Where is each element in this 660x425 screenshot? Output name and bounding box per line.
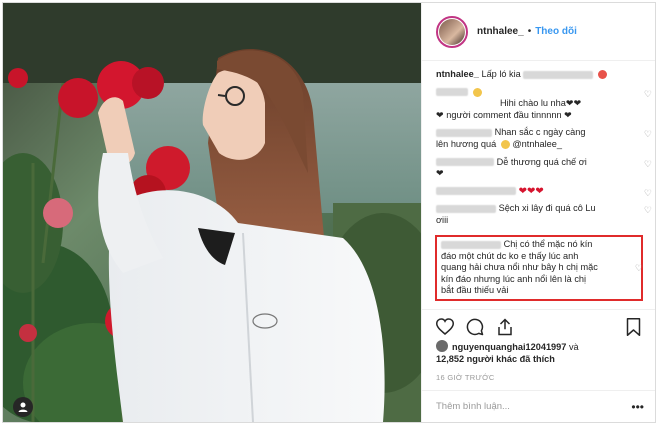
comment-text-cont: ơiii bbox=[436, 214, 449, 225]
like-comment-heart-icon[interactable]: ♡ bbox=[644, 129, 652, 141]
blurred-author bbox=[436, 88, 468, 97]
comment-text: Hihi chào lu nha❤❤ bbox=[500, 98, 582, 109]
like-comment-heart-icon[interactable]: ♡ bbox=[644, 89, 652, 101]
emoji-icon bbox=[500, 140, 510, 150]
post-photo[interactable] bbox=[3, 3, 421, 422]
likes-suffix[interactable]: người khác đã thích bbox=[467, 354, 555, 364]
highlighted-line-2: đáo một chút dc ko e thấy lúc anh bbox=[441, 250, 579, 261]
user-avatar-icon[interactable] bbox=[13, 397, 33, 417]
post-timestamp[interactable]: 16 GIỜ TRƯỚC bbox=[436, 373, 495, 382]
post-side-panel: ntnhalee_ • Theo dõi ntnhalee_ Lấp ló ki… bbox=[421, 3, 655, 422]
caption-text: Lấp ló kia bbox=[481, 69, 521, 79]
author-avatar[interactable] bbox=[436, 15, 468, 48]
likes-joiner: và bbox=[568, 342, 579, 352]
photo-illustration bbox=[3, 3, 421, 422]
comment-text: Dễ thương quá chế ơi bbox=[496, 156, 587, 167]
blurred-author bbox=[436, 128, 492, 137]
bookmark-icon[interactable] bbox=[626, 318, 641, 341]
highlighted-line-5: bắt đầu thiếu vải bbox=[441, 285, 509, 296]
comment-input[interactable] bbox=[436, 401, 632, 412]
more-icon[interactable]: ••• bbox=[631, 400, 644, 414]
header-separator: • bbox=[527, 26, 532, 37]
comment-text: Nhan sắc c ngày càng bbox=[494, 127, 586, 138]
action-bar bbox=[422, 309, 655, 341]
follow-button[interactable]: Theo dõi bbox=[535, 26, 577, 37]
caption-author[interactable]: ntnhalee_ bbox=[436, 69, 479, 79]
liker-avatar[interactable] bbox=[436, 340, 448, 352]
comment-item: Sệch xi lây đi quá cô Lu ♡ ơiii bbox=[436, 203, 652, 226]
like-comment-heart-icon[interactable]: ♡ bbox=[644, 188, 652, 200]
likes-count[interactable]: 12,852 bbox=[436, 354, 464, 364]
liker-username[interactable]: nguyenquanghai12041997 bbox=[452, 342, 566, 352]
emoji-icon bbox=[597, 70, 607, 80]
comment-text: ❤❤❤ bbox=[518, 185, 544, 197]
comment-mention[interactable]: @ntnhalee_ bbox=[512, 139, 562, 149]
likes-summary: nguyenquanghai12041997 và 12,852 người k… bbox=[436, 340, 646, 365]
author-username[interactable]: ntnhalee_ bbox=[477, 26, 524, 37]
like-comment-heart-icon[interactable]: ♡ bbox=[635, 263, 643, 275]
highlighted-line-4: kín đáo nhưng lúc anh nổi lên là chị bbox=[441, 273, 587, 284]
blurred-author bbox=[436, 204, 496, 213]
caption: ntnhalee_ Lấp ló kia bbox=[436, 69, 640, 81]
highlighted-line-3: quang hải chưa nổi như bây h chị mặc bbox=[441, 262, 598, 273]
like-comment-heart-icon[interactable]: ♡ bbox=[644, 159, 652, 171]
heart-icon[interactable] bbox=[435, 318, 455, 340]
blurred-author bbox=[441, 240, 501, 249]
comment-item: Nhan sắc c ngày càng ♡ lên hương quá @nt… bbox=[436, 127, 652, 150]
blurred-author bbox=[436, 158, 494, 167]
highlighted-comment-body: Chị có thể mặc nó kín ♡ đáo một chút dc … bbox=[441, 239, 643, 297]
add-comment-bar: ••• bbox=[422, 390, 655, 422]
comment-text-cont: ❤ bbox=[436, 168, 444, 179]
comment-text: Sệch xi lây đi quá cô Lu bbox=[498, 203, 596, 214]
comment-text-cont: lên hương quá bbox=[436, 138, 497, 149]
emoji-icon bbox=[472, 87, 482, 97]
post-header: ntnhalee_ • Theo dõi bbox=[422, 3, 655, 61]
comment-text-cont: ❤ người comment đầu tinnnnn ❤ bbox=[436, 109, 572, 120]
post-frame: ntnhalee_ • Theo dõi ntnhalee_ Lấp ló ki… bbox=[2, 2, 656, 423]
share-icon[interactable] bbox=[496, 318, 514, 341]
blurred-author bbox=[436, 187, 516, 196]
highlighted-line-1: Chị có thể mặc nó kín bbox=[503, 239, 593, 249]
highlighted-comment: Chị có thể mặc nó kín ♡ đáo một chút dc … bbox=[435, 235, 643, 301]
like-comment-heart-icon[interactable]: ♡ bbox=[644, 205, 652, 217]
blurred-mention bbox=[523, 70, 594, 79]
comment-item: ❤❤❤ ♡ bbox=[436, 185, 652, 198]
comment-item: ♡ Hihi chào lu nha❤❤ ❤ người comment đầu… bbox=[436, 87, 652, 122]
comment-icon[interactable] bbox=[466, 318, 484, 341]
comment-item: Dễ thương quá chế ơi ♡ ❤ bbox=[436, 156, 652, 180]
